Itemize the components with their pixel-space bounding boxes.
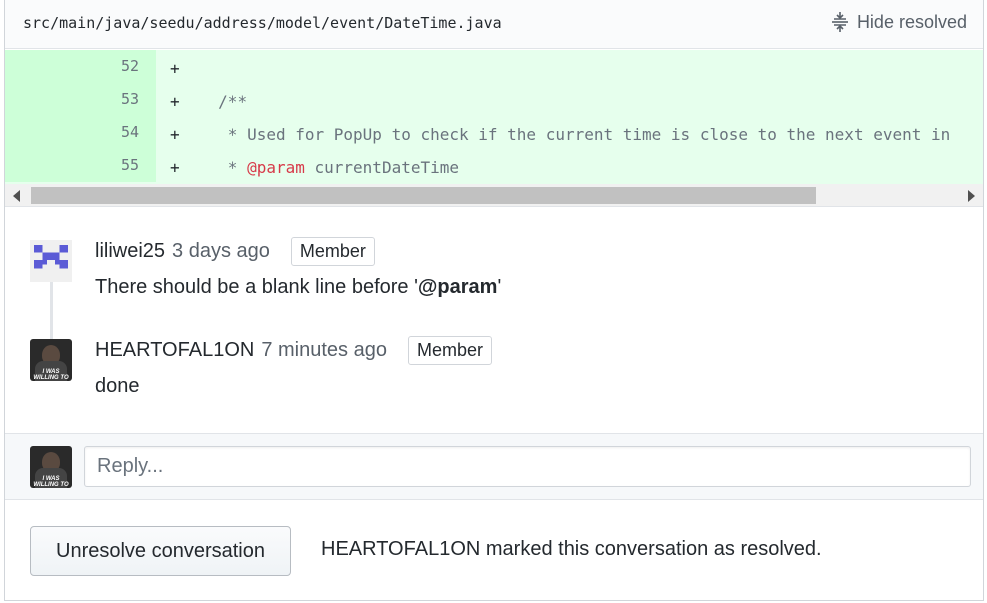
fold-icon [831,12,848,32]
diff-line: 55 + * @param currentDateTime [5,149,983,182]
unresolve-conversation-button[interactable]: Unresolve conversation [30,526,291,576]
line-number[interactable]: 52 [5,50,156,83]
line-number[interactable]: 54 [5,116,156,149]
code-line: + * @param currentDateTime [170,158,459,177]
horizontal-scrollbar[interactable] [5,184,983,207]
hide-resolved-label: Hide resolved [856,11,967,32]
code-line: + /** [170,92,248,111]
file-path[interactable]: src/main/java/seedu/address/model/event/… [23,14,502,32]
resolved-message: HEARTOFAL1ON marked this conversation as… [321,538,822,560]
javadoc-tag: @param [247,158,305,177]
comment-header: HEARTOFAL1ON 7 minutes ago Member [95,336,492,365]
line-number[interactable]: 53 [5,83,156,116]
comment-author[interactable]: liliwei25 [95,240,165,263]
diff-line: 54 + * Used for PopUp to check if the cu… [5,116,983,149]
comment-timestamp[interactable]: 3 days ago [172,240,270,263]
hide-resolved-button[interactable]: Hide resolved [829,11,967,33]
comment-body: There should be a blank line before '@pa… [95,276,502,298]
avatar[interactable] [30,240,72,282]
reply-input[interactable] [84,446,971,487]
scrollbar-thumb[interactable] [31,187,816,204]
diff-line: 53 + /** [5,83,983,116]
review-thread: src/main/java/seedu/address/model/event/… [4,0,984,601]
avatar[interactable]: I WAS WILLING TO PUT IN THE WORK [30,339,72,381]
avatar-caption: I WAS WILLING TO PUT IN THE WORK [33,369,69,381]
comment-author[interactable]: HEARTOFAL1ON [95,339,254,362]
reply-area: I WAS WILLING TO PUT IN THE WORK [5,433,983,500]
member-badge: Member [407,336,492,365]
resolver-name[interactable]: HEARTOFAL1ON [321,538,480,560]
line-number[interactable]: 55 [5,149,156,182]
scroll-right-icon[interactable] [968,190,975,202]
code-line: + * Used for PopUp to check if the curre… [170,125,951,144]
diff-line: 52 + [5,50,983,83]
file-header: src/main/java/seedu/address/model/event/… [5,0,983,49]
code-line: + [170,59,180,78]
identicon-icon [30,240,72,282]
avatar-caption: I WAS WILLING TO PUT IN THE WORK [33,476,69,488]
comment-header: liliwei25 3 days ago Member [95,237,375,266]
avatar[interactable]: I WAS WILLING TO PUT IN THE WORK [30,446,72,488]
member-badge: Member [290,237,375,266]
diff-hunk: 52 + 53 + /** 54 + * Used for PopUp to c… [5,50,983,184]
comment-timestamp[interactable]: 7 minutes ago [261,339,387,362]
comment-body: done [95,375,140,397]
scroll-left-icon[interactable] [13,190,20,202]
